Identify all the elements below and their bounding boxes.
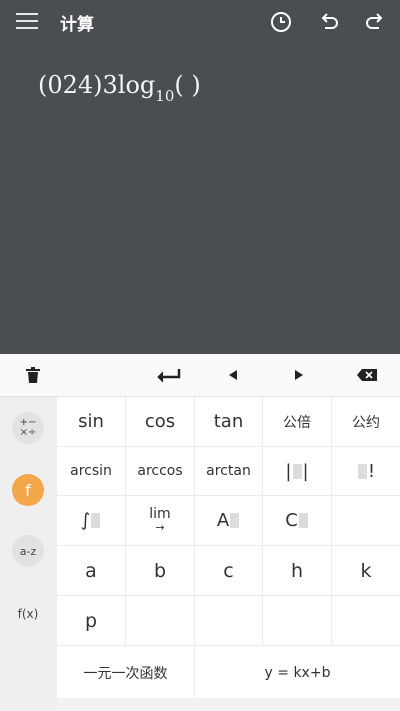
trash-icon: [26, 367, 40, 383]
enter-button[interactable]: [148, 354, 188, 396]
absolute-value-key[interactable]: | |: [263, 447, 332, 496]
permutation-label: A: [216, 510, 230, 531]
alphabet-tab-label: a-z: [19, 544, 37, 558]
arctan-key[interactable]: arctan: [195, 447, 263, 496]
limit-label: lim: [149, 505, 171, 522]
function-fx-tab-label: f(x): [17, 607, 39, 621]
cursor-left-button[interactable]: [218, 354, 248, 396]
expression-tail: ( ): [174, 71, 201, 99]
lcm-key[interactable]: 公倍: [263, 397, 332, 447]
linear-equation-key[interactable]: y = kx+b: [195, 648, 400, 698]
arctan-key-label: arctan: [206, 463, 251, 479]
linear-function-key[interactable]: 一元一次函数: [57, 648, 195, 698]
linear-function-label: 一元一次函数: [83, 666, 168, 682]
arcsin-key-label: arcsin: [70, 463, 112, 479]
cos-key[interactable]: cos: [126, 397, 195, 447]
variable-k-key[interactable]: k: [332, 546, 400, 596]
cursor-right-button[interactable]: [284, 354, 314, 396]
backspace-button[interactable]: [350, 354, 384, 396]
placeholder-box: [91, 513, 101, 528]
operators-tab[interactable]: +− ×÷: [12, 412, 44, 444]
variable-c-label: c: [223, 559, 234, 582]
variable-a-key[interactable]: a: [57, 546, 126, 596]
factorial-key[interactable]: !: [332, 447, 400, 496]
function-fx-tab[interactable]: f(x): [12, 598, 44, 630]
arrow-left-icon: [229, 370, 237, 380]
enter-icon: [157, 369, 181, 383]
menu-icon[interactable]: [16, 13, 38, 31]
placeholder-box: [298, 513, 308, 528]
variable-h-label: h: [290, 559, 304, 582]
variable-b-label: b: [153, 559, 167, 582]
limit-label-group: lim →: [149, 507, 170, 535]
arcsin-key[interactable]: arcsin: [57, 447, 126, 496]
tan-key[interactable]: tan: [195, 397, 263, 447]
abs-right-bar: |: [302, 460, 309, 482]
integral-key[interactable]: ∫: [57, 496, 126, 546]
variable-h-key[interactable]: h: [263, 546, 332, 596]
variable-p-label: p: [84, 609, 98, 632]
permutation-key[interactable]: A: [195, 496, 263, 546]
placeholder-box: [230, 513, 240, 528]
operators-tab-label: +− ×÷: [19, 417, 37, 438]
undo-icon[interactable]: [316, 9, 342, 35]
variable-a-label: a: [85, 559, 97, 582]
empty-key: [195, 596, 263, 646]
cos-key-label: cos: [144, 411, 176, 432]
empty-key: [332, 496, 400, 546]
combination-key[interactable]: C: [263, 496, 332, 546]
expression-display[interactable]: (024)3log10( ): [0, 44, 400, 354]
sin-key[interactable]: sin: [57, 397, 126, 447]
backspace-icon: [357, 369, 377, 381]
history-icon[interactable]: [268, 9, 294, 35]
sin-key-label: sin: [78, 411, 104, 432]
editing-toolbar: [0, 354, 400, 397]
expression-main: (024)3log: [38, 71, 156, 99]
gcd-key-label: 公约: [352, 414, 380, 431]
page-title: 计算: [60, 15, 94, 35]
alphabet-tab[interactable]: a-z: [12, 535, 44, 567]
placeholder-box: [292, 463, 302, 479]
arccos-key-label: arccos: [137, 463, 183, 479]
integral-label: ∫: [80, 510, 91, 531]
variable-k-label: k: [360, 559, 372, 582]
linear-equation-label: y = kx+b: [264, 665, 331, 681]
arrow-right-icon: [295, 370, 303, 380]
limit-key[interactable]: lim →: [126, 496, 195, 546]
empty-key: [263, 596, 332, 646]
variable-c-key[interactable]: c: [195, 546, 263, 596]
limit-arrow: →: [155, 520, 165, 534]
empty-key: [332, 596, 400, 646]
factorial-label: !: [367, 460, 376, 482]
placeholder-box: [357, 463, 367, 479]
gcd-key[interactable]: 公约: [332, 397, 400, 447]
lcm-key-label: 公倍: [283, 414, 311, 431]
expression-text: (024)3log10( ): [38, 71, 201, 105]
keyboard-mode-sidebar: +− ×÷ f a-z f(x): [0, 397, 57, 711]
tan-key-label: tan: [213, 411, 244, 432]
combination-label: C: [285, 510, 298, 531]
variable-p-key[interactable]: p: [57, 596, 126, 646]
abs-left-bar: |: [285, 460, 292, 482]
redo-icon[interactable]: [362, 9, 388, 35]
clear-button[interactable]: [18, 354, 48, 396]
variable-b-key[interactable]: b: [126, 546, 195, 596]
arccos-key[interactable]: arccos: [126, 447, 195, 496]
app-header: 计算: [0, 0, 400, 44]
functions-tab-label: f: [25, 480, 31, 500]
empty-key: [126, 596, 195, 646]
function-keypad: sin cos tan 公倍 公约 arcsin arccos arctan |…: [57, 397, 400, 711]
functions-tab[interactable]: f: [12, 474, 44, 506]
expression-subscript: 10: [155, 87, 175, 105]
bottom-edge: [57, 698, 400, 711]
